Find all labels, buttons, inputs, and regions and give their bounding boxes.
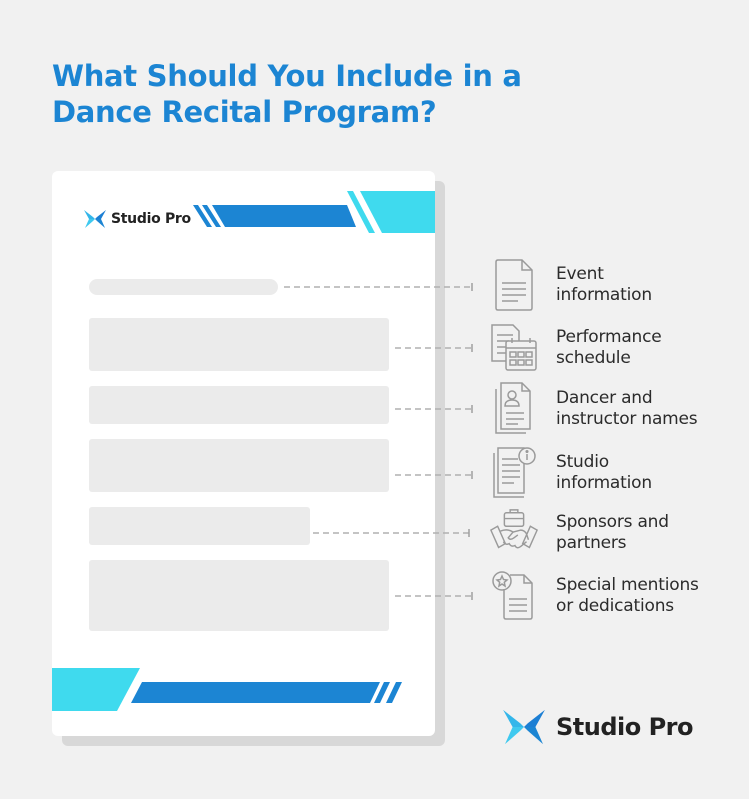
handshake-icon (488, 505, 540, 561)
list-item-special-mentions: Special mentions or dedications (488, 568, 726, 624)
item-label: Special mentions or dedications (556, 574, 699, 617)
list-item-performance-schedule: Performance schedule (488, 320, 726, 376)
calendar-document-icon (488, 320, 540, 376)
list-item-event-information: Event information (488, 257, 726, 313)
item-label: Studio information (556, 451, 652, 494)
item-label: Sponsors and partners (556, 511, 669, 554)
item-label: Performance schedule (556, 326, 662, 369)
list-item-sponsors-partners: Sponsors and partners (488, 505, 726, 561)
star-document-icon (488, 568, 540, 624)
studio-pro-logo-icon (503, 709, 545, 745)
list-item-studio-information: Studio information (488, 445, 726, 501)
document-icon (488, 257, 540, 313)
profile-document-icon (488, 381, 540, 437)
list-item-dancer-names: Dancer and instructor names (488, 381, 726, 437)
info-document-icon (488, 445, 540, 501)
item-label: Event information (556, 263, 652, 306)
footer-brand-name: Studio Pro (556, 713, 694, 741)
item-label: Dancer and instructor names (556, 387, 698, 430)
footer-brand: Studio Pro (502, 708, 694, 746)
